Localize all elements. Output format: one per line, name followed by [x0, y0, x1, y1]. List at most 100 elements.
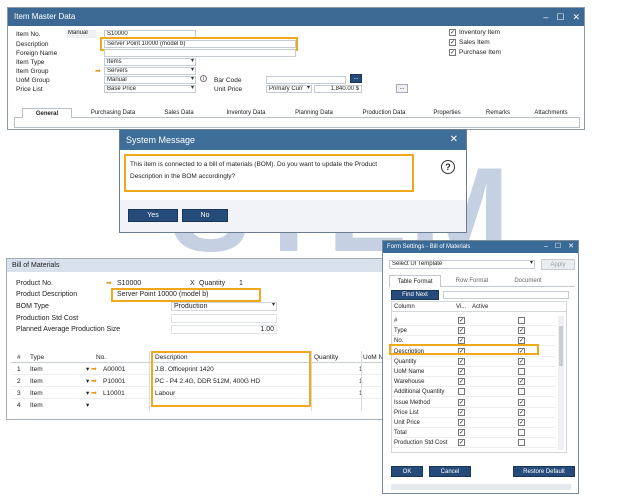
uom-info-icon[interactable]: i — [200, 75, 207, 82]
row-type[interactable]: Item — [30, 402, 43, 409]
purchase-item-check[interactable]: ✓ Purchase Item — [449, 49, 539, 58]
col-column[interactable]: Column — [394, 304, 415, 310]
active-checkbox[interactable]: ✓ — [518, 357, 525, 365]
list-item[interactable]: Quantity ✓ ✓ — [392, 357, 556, 367]
bar-code-field[interactable] — [266, 76, 346, 84]
grid-scrollbar[interactable] — [558, 316, 564, 450]
unit-price-field[interactable]: 1,840.00 $ — [314, 85, 362, 93]
item-group-link-arrow[interactable]: ➡ — [95, 67, 101, 75]
active-checkbox[interactable] — [518, 429, 525, 437]
list-item[interactable]: # ✓ — [392, 316, 556, 326]
visible-checkbox[interactable]: ✓ — [458, 419, 465, 426]
row-no[interactable]: L10001 — [103, 390, 125, 397]
visible-checkbox[interactable]: ✓ — [458, 357, 465, 365]
list-item[interactable]: Unit Price ✓ ✓ — [392, 418, 556, 428]
item-group-select[interactable]: Servers — [104, 67, 196, 75]
inventory-item-checkbox[interactable]: ✓ — [449, 29, 456, 36]
visible-checkbox[interactable]: ✓ — [458, 429, 465, 437]
col-active[interactable]: Active — [472, 304, 488, 310]
tab-general[interactable]: General — [22, 108, 72, 118]
product-no-value[interactable]: S10000 — [117, 280, 141, 287]
minimize-icon[interactable]: – — [544, 241, 548, 253]
system-message-close-icon[interactable]: ✕ — [450, 130, 458, 150]
sales-item-check[interactable]: ✓ Sales Item — [449, 39, 539, 48]
visible-checkbox[interactable]: ✓ — [458, 439, 465, 447]
col-uom[interactable]: UoM N — [363, 354, 383, 361]
tab-document[interactable]: Document — [503, 275, 553, 287]
list-item[interactable]: Total ✓ — [392, 428, 556, 439]
inventory-item-check[interactable]: ✓ Inventory Item — [449, 29, 539, 38]
foreign-name-field[interactable] — [104, 49, 296, 57]
no-link-arrow[interactable]: ➡ — [91, 365, 97, 373]
bom-type-select[interactable]: Production — [171, 302, 277, 311]
active-checkbox[interactable] — [518, 368, 525, 375]
visible-checkbox[interactable] — [458, 388, 465, 396]
active-checkbox[interactable]: ✓ — [518, 327, 525, 335]
active-checkbox[interactable]: ✓ — [518, 398, 525, 406]
row-type[interactable]: Item — [30, 390, 43, 397]
tab-sales-data[interactable]: Sales Data — [150, 108, 208, 118]
find-next-button[interactable]: Find Next — [391, 290, 439, 300]
row-no[interactable]: P10001 — [103, 378, 125, 385]
active-checkbox[interactable] — [518, 317, 525, 324]
tab-table-format[interactable]: Table Format — [389, 275, 441, 287]
price-list-select[interactable]: Base Price — [104, 85, 196, 93]
list-item[interactable]: Price List ✓ ✓ — [392, 408, 556, 418]
list-item[interactable]: Warehouse ✓ ✓ — [392, 377, 556, 388]
visible-checkbox[interactable]: ✓ — [458, 327, 465, 335]
list-item[interactable]: UoM Name ✓ — [392, 367, 556, 377]
restore-default-button[interactable]: Restore Default — [513, 466, 575, 477]
bar-code-button[interactable]: ... — [350, 74, 362, 83]
product-no-link-arrow[interactable]: ➡ — [106, 279, 112, 287]
series-field[interactable]: Manual — [66, 30, 96, 38]
col-type[interactable]: Type — [30, 354, 44, 361]
cancel-button[interactable]: Cancel — [429, 466, 471, 477]
visible-checkbox[interactable]: ✓ — [458, 408, 465, 416]
col-quantity[interactable]: Quantity — [314, 354, 338, 361]
active-checkbox[interactable]: ✓ — [518, 408, 525, 416]
apply-button[interactable]: Apply — [541, 259, 575, 270]
maximize-icon[interactable]: ☐ — [555, 241, 561, 253]
row-no[interactable]: A00001 — [103, 366, 125, 373]
active-checkbox[interactable]: ✓ — [518, 419, 525, 426]
list-item[interactable]: Additional Quantity — [392, 387, 556, 398]
active-checkbox[interactable] — [518, 388, 525, 396]
visible-checkbox[interactable]: ✓ — [458, 368, 465, 375]
tab-row-format[interactable]: Row Format — [445, 275, 499, 287]
tab-production-data[interactable]: Production Data — [350, 108, 418, 118]
find-field[interactable] — [443, 291, 569, 299]
active-checkbox[interactable] — [518, 439, 525, 447]
col-num[interactable]: # — [17, 354, 21, 361]
no-link-arrow[interactable]: ➡ — [91, 377, 97, 385]
list-item[interactable]: Issue Method ✓ ✓ — [392, 398, 556, 408]
row-type[interactable]: Item — [30, 378, 43, 385]
planned-avg-size-field[interactable]: 1.00 — [171, 325, 277, 334]
row-type[interactable]: Item — [30, 366, 43, 373]
tab-purchasing-data[interactable]: Purchasing Data — [82, 108, 144, 118]
visible-checkbox[interactable]: ✓ — [458, 317, 465, 324]
product-description-value[interactable]: Server Point 10000 (model b) — [117, 291, 208, 298]
ui-template-select[interactable]: Select UI Template — [389, 260, 535, 269]
type-dropdown-icon[interactable]: ▾ — [86, 401, 89, 409]
no-link-arrow[interactable]: ➡ — [91, 389, 97, 397]
uom-group-select[interactable]: Manual — [104, 76, 196, 84]
grid-scroll-thumb[interactable] — [559, 326, 563, 366]
currency-select[interactable]: Primary Curr — [266, 85, 312, 93]
tab-inventory-data[interactable]: Inventory Data — [214, 108, 278, 118]
ok-button[interactable]: OK — [391, 466, 423, 477]
help-icon[interactable]: ? — [441, 160, 455, 174]
unit-price-ellipsis-button[interactable]: ... — [396, 84, 408, 93]
visible-checkbox[interactable]: ✓ — [458, 398, 465, 406]
bom-quantity-value[interactable]: 1 — [239, 280, 243, 287]
col-visible[interactable]: Vi... — [456, 304, 466, 310]
list-item[interactable]: Production Std Cost ✓ — [392, 438, 556, 449]
tab-properties[interactable]: Properties — [422, 108, 472, 118]
type-dropdown-icon[interactable]: ▾ — [86, 377, 89, 385]
type-dropdown-icon[interactable]: ▾ — [86, 365, 89, 373]
close-icon[interactable]: ✕ — [568, 241, 574, 253]
no-button[interactable]: No — [182, 209, 228, 222]
minimize-icon[interactable]: – — [543, 8, 548, 26]
tab-remarks[interactable]: Remarks — [476, 108, 520, 118]
production-std-cost-field[interactable] — [171, 314, 277, 323]
yes-button[interactable]: Yes — [128, 209, 178, 222]
